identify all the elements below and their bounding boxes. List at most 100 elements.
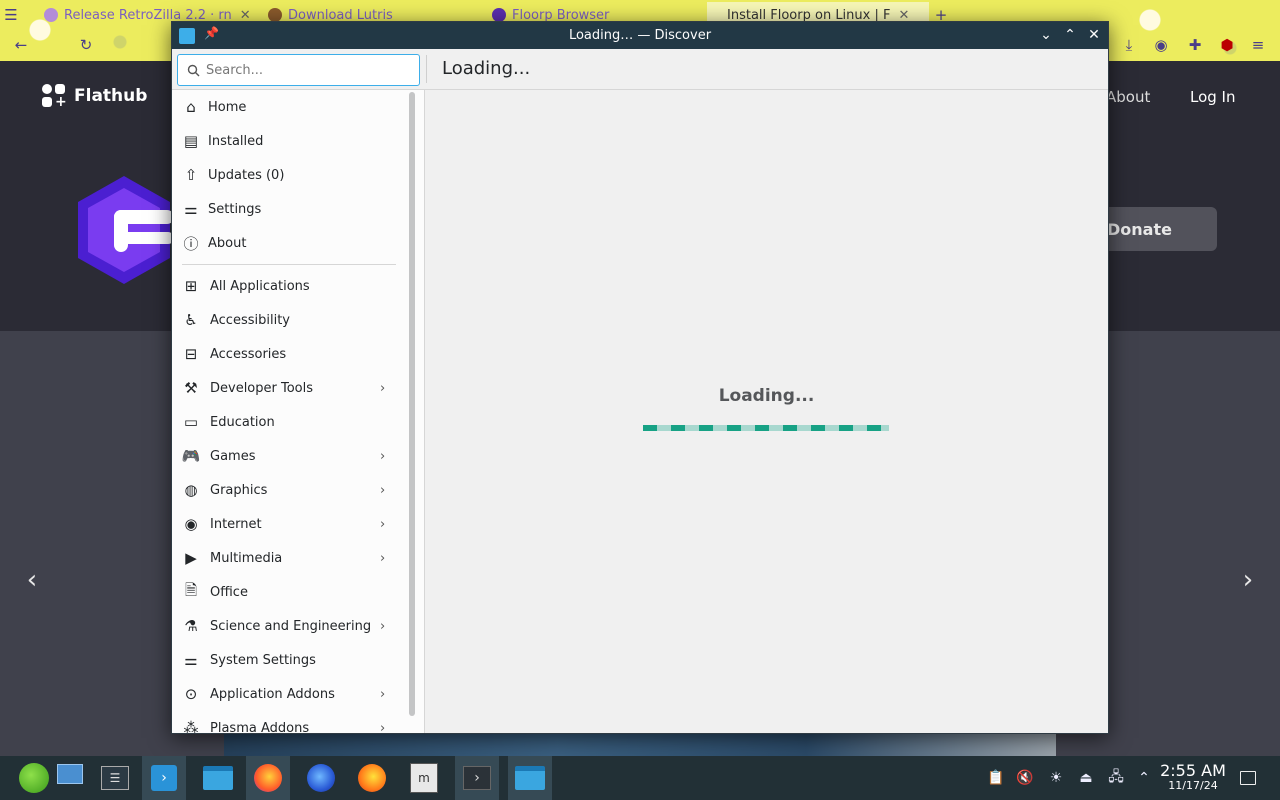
donate-button[interactable]: Donate bbox=[1096, 207, 1217, 251]
sidebar-item-about[interactable]: ⓘ About bbox=[172, 226, 404, 260]
sidebar-item-accessories[interactable]: ⊟ Accessories bbox=[172, 337, 404, 371]
search-input[interactable] bbox=[206, 62, 406, 78]
sidebar-item-games[interactable]: 🎮 Games › bbox=[172, 439, 404, 473]
sidebar-item-label: Accessibility bbox=[210, 312, 290, 328]
loading-label: Loading... bbox=[718, 386, 815, 406]
notifications-icon[interactable] bbox=[1238, 768, 1258, 788]
page-title: Loading... bbox=[442, 58, 531, 79]
sidebar-item-all-applications[interactable]: ⊞ All Applications bbox=[172, 269, 404, 303]
sidebar-item-label: Developer Tools bbox=[210, 380, 314, 396]
busy-indicator bbox=[643, 425, 889, 431]
education-icon: ▭ bbox=[183, 413, 199, 431]
discover-task-icon[interactable]: › bbox=[142, 756, 186, 800]
login-link[interactable]: Log In bbox=[1190, 88, 1236, 106]
sidebar-item-label: Plasma Addons bbox=[210, 720, 310, 734]
discover-toolbar: Loading... bbox=[172, 49, 1108, 90]
chevron-right-icon: › bbox=[380, 482, 386, 498]
discover-window: 📌 Loading… — Discover ⌄ ⌃ ✕ Loading... ⌂… bbox=[171, 21, 1109, 734]
sidebar-item-label: Installed bbox=[208, 133, 264, 149]
info-icon: ⓘ bbox=[183, 234, 199, 253]
digital-clock[interactable]: 2:55 AM 11/17/24 bbox=[1160, 762, 1226, 793]
download-icon[interactable]: ⤓ bbox=[1120, 36, 1138, 54]
brightness-icon[interactable]: ☀ bbox=[1046, 768, 1066, 788]
sidebar-item-education[interactable]: ▭ Education bbox=[172, 405, 404, 439]
system-settings-icon[interactable]: ☰ bbox=[93, 756, 137, 800]
text-editor-icon[interactable]: m bbox=[402, 756, 446, 800]
gamepad-icon: 🎮 bbox=[181, 447, 201, 465]
taskbar: ☰ › m › 📋 🔇 ☀ ⏏ 🖧 ⌃ 2:55 AM 11/17/24 bbox=[0, 756, 1280, 800]
sidebar-item-developer-tools[interactable]: ⚒ Developer Tools › bbox=[172, 371, 404, 405]
busy-indicator-segment bbox=[671, 425, 685, 431]
toolbox-icon: ⊟ bbox=[184, 345, 198, 363]
sidebar-item-settings[interactable]: ⚌ Settings bbox=[172, 192, 404, 226]
chevron-right-icon: › bbox=[380, 618, 386, 634]
extensions-icon[interactable]: ✚ bbox=[1186, 36, 1204, 54]
nav-about-link[interactable]: About bbox=[1106, 88, 1150, 106]
maximize-icon[interactable]: ⌃ bbox=[1060, 25, 1080, 45]
ublock-icon[interactable]: ⬢ bbox=[1218, 36, 1236, 54]
dolphin-icon[interactable] bbox=[508, 756, 552, 800]
sidebar-item-installed[interactable]: ▤ Installed bbox=[172, 124, 404, 158]
sidebar-item-home[interactable]: ⌂ Home bbox=[172, 90, 404, 124]
account-icon[interactable]: ◉ bbox=[1152, 36, 1170, 54]
chevron-right-icon: › bbox=[380, 686, 386, 702]
flathub-logo[interactable]: + Flathub bbox=[42, 84, 147, 109]
reload-icon[interactable]: ↻ bbox=[77, 36, 95, 54]
sidebar: ⌂ Home ▤ Installed ⇧ Updates (0) ⚌ Setti… bbox=[172, 90, 425, 733]
carousel-prev-icon[interactable]: ‹ bbox=[20, 565, 44, 595]
tab-favicon-icon bbox=[268, 8, 282, 22]
busy-indicator-segment bbox=[699, 425, 713, 431]
volume-muted-icon[interactable]: 🔇 bbox=[1015, 768, 1035, 788]
busy-indicator-segment bbox=[867, 425, 881, 431]
network-icon[interactable]: 🖧 bbox=[1106, 768, 1126, 788]
sidebar-item-label: Games bbox=[210, 448, 256, 464]
sidebar-item-accessibility[interactable]: ♿ Accessibility bbox=[172, 303, 404, 337]
office-icon: 🗎 bbox=[184, 580, 198, 599]
clock-time: 2:55 AM bbox=[1160, 761, 1226, 780]
installed-icon: ▤ bbox=[183, 132, 199, 150]
back-icon[interactable]: ← bbox=[12, 36, 30, 54]
sidebar-item-label: Accessories bbox=[210, 346, 287, 362]
usb-device-icon[interactable]: ⏏ bbox=[1076, 768, 1096, 788]
sidebar-item-multimedia[interactable]: ▶ Multimedia › bbox=[172, 541, 404, 575]
clipboard-icon[interactable]: 📋 bbox=[986, 768, 1006, 788]
show-desktop-icon[interactable] bbox=[48, 756, 92, 800]
scrollbar-thumb[interactable] bbox=[409, 92, 415, 716]
sidebar-item-label: Graphics bbox=[210, 482, 268, 498]
chevron-right-icon: › bbox=[380, 720, 386, 734]
tab-list-icon[interactable]: ☰ bbox=[2, 6, 20, 24]
floorp-browser-icon[interactable] bbox=[299, 756, 343, 800]
window-titlebar[interactable]: 📌 Loading… — Discover ⌄ ⌃ ✕ bbox=[172, 22, 1108, 49]
firefox-icon[interactable] bbox=[246, 756, 290, 800]
busy-indicator-segment bbox=[727, 425, 741, 431]
addons-icon: ⊙ bbox=[184, 685, 198, 703]
minimize-icon[interactable]: ⌄ bbox=[1036, 25, 1056, 45]
search-field[interactable] bbox=[177, 54, 420, 86]
content-area: Loading... bbox=[425, 90, 1108, 733]
sidebar-item-graphics[interactable]: ◍ Graphics › bbox=[172, 473, 404, 507]
carousel-next-icon[interactable]: › bbox=[1236, 565, 1260, 595]
sidebar-item-label: Home bbox=[208, 99, 247, 115]
sidebar-item-label: Settings bbox=[208, 201, 262, 217]
sidebar-item-plasma-addons[interactable]: ⁂ Plasma Addons › bbox=[172, 711, 404, 733]
home-icon: ⌂ bbox=[186, 98, 196, 116]
menu-icon[interactable]: ≡ bbox=[1249, 36, 1267, 54]
sidebar-item-application-addons[interactable]: ⊙ Application Addons › bbox=[172, 677, 404, 711]
tray-expand-icon[interactable]: ⌃ bbox=[1134, 768, 1154, 788]
firefox-alt-icon[interactable] bbox=[350, 756, 394, 800]
sidebar-scrollbar[interactable] bbox=[406, 90, 418, 733]
chevron-right-icon: › bbox=[380, 516, 386, 532]
chevron-right-icon: › bbox=[380, 380, 386, 396]
file-manager-icon[interactable] bbox=[196, 756, 240, 800]
busy-indicator-segment bbox=[839, 425, 853, 431]
sidebar-item-system-settings[interactable]: ⚌ System Settings bbox=[172, 643, 404, 677]
sidebar-item-updates[interactable]: ⇧ Updates (0) bbox=[172, 158, 404, 192]
flathub-logo-icon: + bbox=[42, 84, 67, 109]
terminal-icon[interactable]: › bbox=[455, 756, 499, 800]
sidebar-item-office[interactable]: 🗎 Office bbox=[172, 575, 404, 609]
sidebar-item-internet[interactable]: ◉ Internet › bbox=[172, 507, 404, 541]
sidebar-item-label: System Settings bbox=[210, 652, 316, 668]
sidebar-item-science-and-engineering[interactable]: ⚗ Science and Engineering › bbox=[172, 609, 404, 643]
window-title: Loading… — Discover bbox=[568, 28, 712, 43]
close-icon[interactable]: ✕ bbox=[1084, 25, 1104, 45]
